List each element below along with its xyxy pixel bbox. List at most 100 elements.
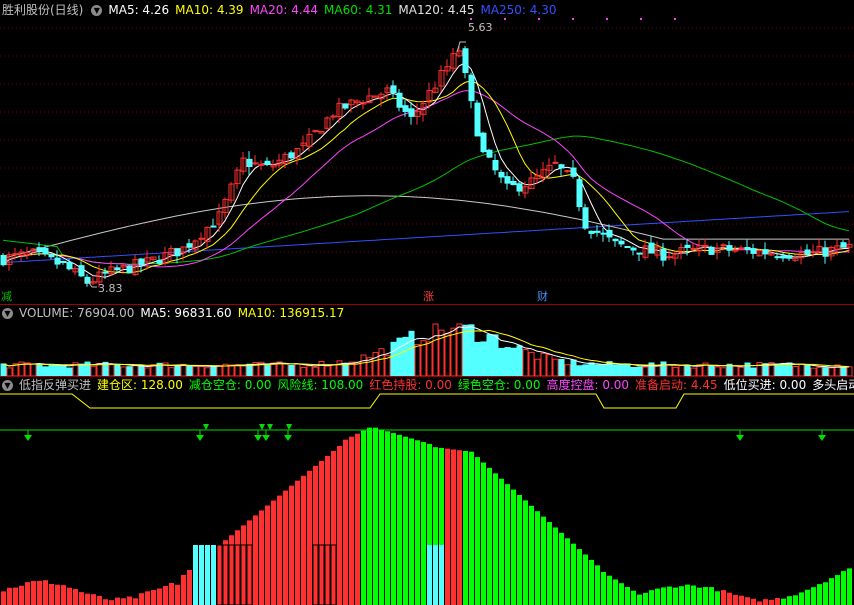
indicator-bar: [325, 455, 330, 605]
candle-body: [408, 108, 415, 117]
ma60-label: MA60: 4.31: [324, 3, 393, 17]
indicator-jiancangkongcang: 减仓空仓: 0.00: [188, 378, 272, 392]
event-tag-cai[interactable]: 财: [537, 290, 548, 303]
event-tag-jian[interactable]: 减: [1, 290, 12, 303]
candle-body: [504, 176, 511, 184]
overlay-bar-cyan: [427, 545, 432, 605]
indicator-bar: [61, 585, 66, 605]
indicator-bar: [43, 580, 48, 605]
indicator-bar: [175, 584, 180, 605]
indicator-diweimaijin: 低位买进: 0.00: [723, 378, 807, 392]
indicator-bar: [817, 584, 822, 605]
price-panel[interactable]: [0, 18, 854, 304]
candle-body: [174, 248, 181, 257]
event-tag-zhang[interactable]: 涨: [423, 290, 434, 303]
volume-bar: [540, 352, 547, 376]
panel-menu-icon[interactable]: ▼: [91, 4, 103, 16]
indicator-bar: [547, 522, 552, 605]
volume-bar: [90, 365, 97, 376]
volume-bar: [294, 363, 301, 376]
indicator-bar: [571, 543, 576, 605]
volume-bar: [804, 364, 811, 376]
indicator-bar: [97, 595, 102, 605]
volume-bar: [192, 365, 199, 376]
volume-bar: [66, 367, 73, 376]
volume-bar: [432, 323, 439, 376]
volume-bar: [576, 365, 583, 376]
candle-body: [474, 102, 481, 137]
indicator-bar: [283, 490, 288, 605]
volume-bar: [336, 360, 343, 376]
indicator-bar: [19, 585, 24, 605]
volume-bar: [582, 364, 589, 376]
indicator-bar: [835, 575, 840, 605]
candle-body: [480, 132, 487, 153]
ma10-label: MA10: 4.39: [175, 3, 244, 17]
indicator-panel[interactable]: [0, 393, 854, 605]
volume-bar: [444, 333, 451, 376]
volume-bar: [738, 366, 745, 376]
volume-menu-icon[interactable]: ▼: [2, 307, 13, 319]
indicator-name: 低指反弹买进: [19, 378, 92, 392]
top-marker-dot: [504, 18, 506, 20]
candle-body: [612, 238, 619, 242]
volume-bar: [660, 361, 667, 376]
price-panel-header: 胜利股份(日线) ▼ MA5: 4.26 MA10: 4.39 MA20: 4.…: [0, 2, 563, 18]
volume-bar: [720, 367, 727, 376]
volume-bar: [96, 363, 103, 376]
volume-bar: [816, 366, 823, 376]
volume-bar: [558, 358, 565, 376]
volume-bar: [810, 367, 817, 376]
indicator-bar: [109, 600, 114, 605]
indicator-bar: [583, 554, 588, 605]
price-high-label: 5.63: [468, 21, 493, 34]
volume-bar: [54, 364, 61, 376]
candle-body: [618, 240, 625, 245]
volume-bar: [834, 364, 841, 376]
candle-body: [12, 253, 19, 256]
candle-body: [558, 164, 565, 169]
volume-bar: [672, 366, 679, 376]
volume-bar: [126, 366, 133, 376]
sell-arrow-icon: [259, 424, 265, 430]
indicator-bar: [757, 601, 762, 605]
indicator-bar: [679, 586, 684, 605]
indicator-bar: [577, 549, 582, 605]
indicator-bar: [469, 451, 474, 605]
volume-panel[interactable]: [0, 320, 854, 376]
candle-body: [126, 265, 133, 274]
indicator-bar: [691, 585, 696, 605]
indicator-bar: [289, 485, 294, 605]
indicator-bar: [463, 450, 468, 605]
indicator-bar: [187, 569, 192, 605]
indicator-bar: [13, 587, 18, 605]
candle-body: [288, 152, 295, 159]
indicator-menu-icon[interactable]: ▼: [2, 379, 13, 391]
volume-bar: [234, 364, 241, 376]
volume-bar: [408, 330, 415, 376]
volume-bar: [240, 364, 247, 376]
volume-bar: [498, 347, 505, 376]
indicator-bar: [55, 584, 60, 605]
volume-bar: [462, 324, 469, 376]
candle-body: [198, 237, 205, 240]
indicator-bar: [133, 598, 138, 605]
volume-bar: [360, 354, 367, 376]
indicator-bar: [715, 591, 720, 605]
candle-body: [660, 248, 667, 261]
indicator-bar: [343, 439, 348, 605]
volume-bar: [594, 364, 601, 376]
candle-body: [780, 255, 787, 259]
indicator-bar: [745, 597, 750, 605]
volume-bar: [318, 361, 325, 376]
indicator-bar: [415, 440, 420, 605]
indicator-bar: [637, 594, 642, 605]
candle-body: [684, 244, 691, 248]
indicator-bar: [619, 583, 624, 605]
indicator-bar: [517, 494, 522, 605]
candle-body: [738, 247, 745, 250]
candle-body: [786, 255, 793, 259]
sell-arrow-icon: [286, 424, 292, 430]
volume-bar: [372, 351, 379, 376]
indicator-bar: [85, 593, 90, 605]
